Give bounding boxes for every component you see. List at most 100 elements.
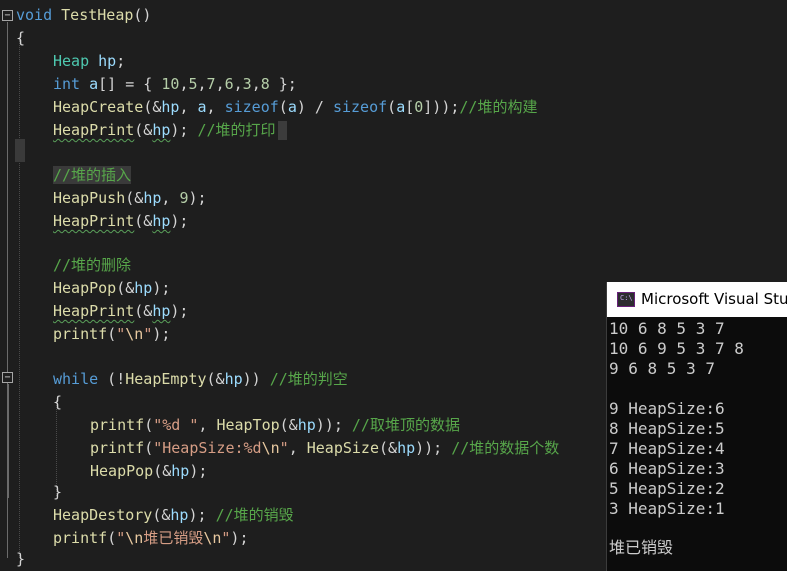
comment: //堆的打印 [197, 121, 276, 139]
function-name: HeapTop [216, 416, 280, 434]
function-name: HeapPrint [53, 302, 135, 320]
punctuation: [ [405, 98, 415, 116]
console-title-bar[interactable]: C:\ Microsoft Visual Studio Debug Consol… [607, 282, 787, 317]
function-name: HeapPush [53, 189, 126, 207]
variable: hp [134, 279, 153, 297]
variable: a [197, 98, 207, 116]
console-output-line: 5 HeapSize:2 [609, 479, 725, 498]
number: 6 [224, 75, 234, 93]
code-line-21[interactable]: HeapPop(&hp); [90, 460, 207, 483]
code-line-5[interactable]: HeapCreate(&hp, a, sizeof(a) / sizeof(a[… [53, 96, 537, 119]
function-name: printf [53, 325, 108, 343]
function-name: HeapSize [306, 439, 379, 457]
punctuation: ( [144, 416, 154, 434]
code-line-10[interactable]: HeapPrint(&hp); [53, 210, 188, 233]
open-brace: { [16, 29, 26, 47]
code-line-23[interactable]: HeapDestory(&hp); //堆的销毁 [53, 504, 294, 527]
punctuation: (& [116, 279, 135, 297]
string-literal: " [116, 325, 126, 343]
variable: hp [161, 98, 180, 116]
code-line-12[interactable]: //堆的删除 [53, 254, 131, 277]
punctuation: ) / [296, 98, 333, 116]
console-output-line: 10 6 8 5 3 7 [609, 319, 725, 338]
console-app-icon: C:\ [617, 292, 635, 307]
fold-region-line-while [8, 384, 9, 498]
variable: hp [224, 370, 243, 388]
function-name: printf [53, 529, 108, 547]
code-line-19[interactable]: printf("%d ", HeapTop(&hp)); //取堆顶的数据 [90, 414, 460, 437]
console-output-line: 9 6 8 5 3 7 [609, 359, 715, 378]
string-literal: " [116, 529, 126, 547]
code-line-20[interactable]: printf("HeapSize:%d\n", HeapSize(&hp)); … [90, 437, 559, 460]
punctuation: ); [170, 212, 189, 230]
console-output-line: 7 HeapSize:4 [609, 439, 725, 458]
punctuation: ); [230, 529, 249, 547]
punctuation: (& [134, 212, 153, 230]
console-output-line: 3 HeapSize:1 [609, 499, 725, 518]
code-line-22[interactable]: } [53, 481, 62, 504]
variable: hp [143, 189, 162, 207]
punctuation: , [206, 98, 225, 116]
variable: hp [152, 212, 171, 230]
console-title: Microsoft Visual Studio Debug Console [641, 290, 787, 308]
punctuation: ); [170, 302, 189, 320]
punctuation: ); [189, 462, 208, 480]
function-name: HeapPop [90, 462, 154, 480]
punctuation: ); [188, 189, 207, 207]
fold-toggle-while[interactable]: − [2, 372, 13, 383]
code-line-18[interactable]: { [53, 391, 62, 414]
variable: hp [297, 416, 316, 434]
punctuation: (& [206, 370, 225, 388]
punctuation: (& [134, 121, 153, 139]
punctuation: (& [134, 302, 153, 320]
escape-sequence: \n [125, 325, 144, 343]
code-line-1[interactable]: void TestHeap() [16, 4, 151, 27]
code-line-17[interactable]: while (!HeapEmpty(&hp)) //堆的判空 [53, 368, 348, 391]
punctuation: ); [188, 506, 216, 524]
code-line-8[interactable]: //堆的插入 [53, 164, 132, 187]
punctuation: (& [125, 189, 144, 207]
string-literal: "%d " [153, 416, 199, 434]
code-line-15[interactable]: printf("\n"); [53, 323, 170, 346]
comment: //堆的构建 [459, 98, 538, 116]
number: 7 [206, 75, 216, 93]
comment: //取堆顶的数据 [351, 416, 460, 434]
code-line-3[interactable]: Heap hp; [53, 50, 125, 73]
console-output-line: 堆已销毁 [609, 538, 674, 557]
debug-console-window[interactable]: C:\ Microsoft Visual Studio Debug Consol… [606, 282, 787, 571]
function-name: HeapPrint [53, 121, 135, 139]
comma: , [197, 75, 207, 93]
code-line-4[interactable]: int a[] = { 10,5,7,6,3,8 }; [53, 73, 297, 96]
code-line-24[interactable]: printf("\n堆已销毁\n"); [53, 527, 248, 550]
keyword: sizeof [224, 98, 279, 116]
fold-toggle-testheap[interactable]: − [2, 10, 13, 21]
punctuation: ; [116, 52, 126, 70]
number: 8 [260, 75, 270, 93]
type-name: Heap [53, 52, 90, 70]
comma: , [233, 75, 243, 93]
string-literal: "HeapSize:%d [153, 439, 262, 457]
code-line-2[interactable]: { [16, 27, 25, 50]
text-caret [277, 121, 287, 140]
code-line-25[interactable]: } [16, 548, 25, 571]
punctuation: , [198, 416, 217, 434]
code-line-13[interactable]: HeapPop(&hp); [53, 277, 170, 300]
punctuation: [] = { [98, 75, 162, 93]
number: 3 [242, 75, 252, 93]
punctuation: )); [415, 439, 452, 457]
function-name: printf [90, 416, 145, 434]
variable: a [287, 98, 297, 116]
code-line-9[interactable]: HeapPush(&hp, 9); [53, 187, 207, 210]
console-output-line: 9 HeapSize:6 [609, 399, 725, 418]
close-brace: } [16, 550, 26, 568]
punctuation: (& [143, 98, 162, 116]
punctuation: ( [278, 98, 288, 116]
punctuation: ); [152, 279, 171, 297]
code-line-14[interactable]: HeapPrint(&hp); [53, 300, 188, 323]
variable: hp [170, 506, 189, 524]
punctuation: ( [107, 325, 117, 343]
current-line-indicator [15, 139, 25, 162]
code-line-6[interactable]: HeapPrint(&hp); //堆的打印 [53, 119, 287, 142]
number: 10 [161, 75, 180, 93]
close-brace: } [53, 483, 63, 501]
